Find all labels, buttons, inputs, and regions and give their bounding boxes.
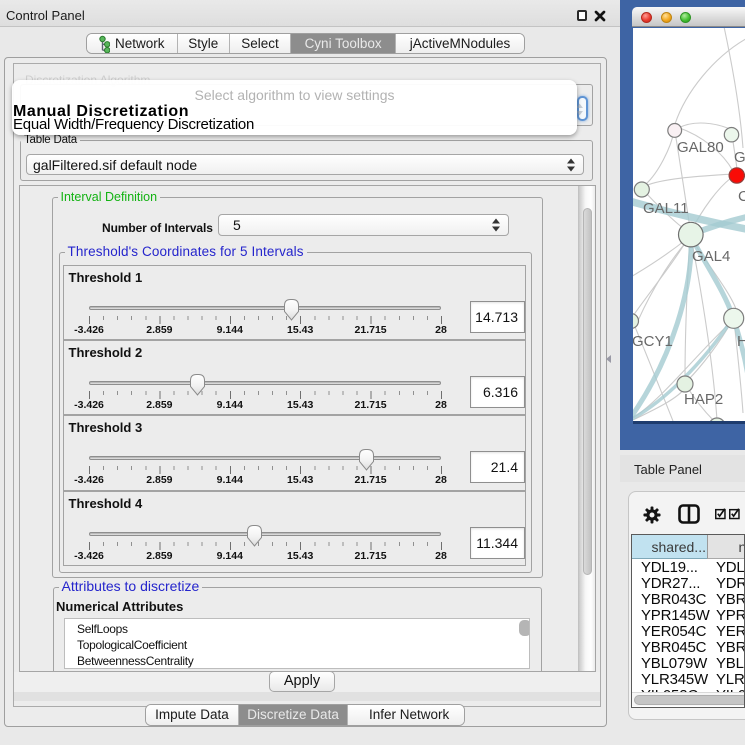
svg-text:GA: GA: [734, 149, 745, 166]
svg-text:H: H: [737, 333, 745, 350]
svg-text:GAL4: GAL4: [692, 248, 730, 265]
svg-text:GCY1: GCY1: [633, 333, 673, 350]
svg-text:GAL80: GAL80: [677, 139, 724, 156]
svg-text:HAP2: HAP2: [684, 391, 723, 408]
svg-text:GAL11: GAL11: [643, 200, 689, 217]
svg-text:C: C: [738, 188, 745, 205]
